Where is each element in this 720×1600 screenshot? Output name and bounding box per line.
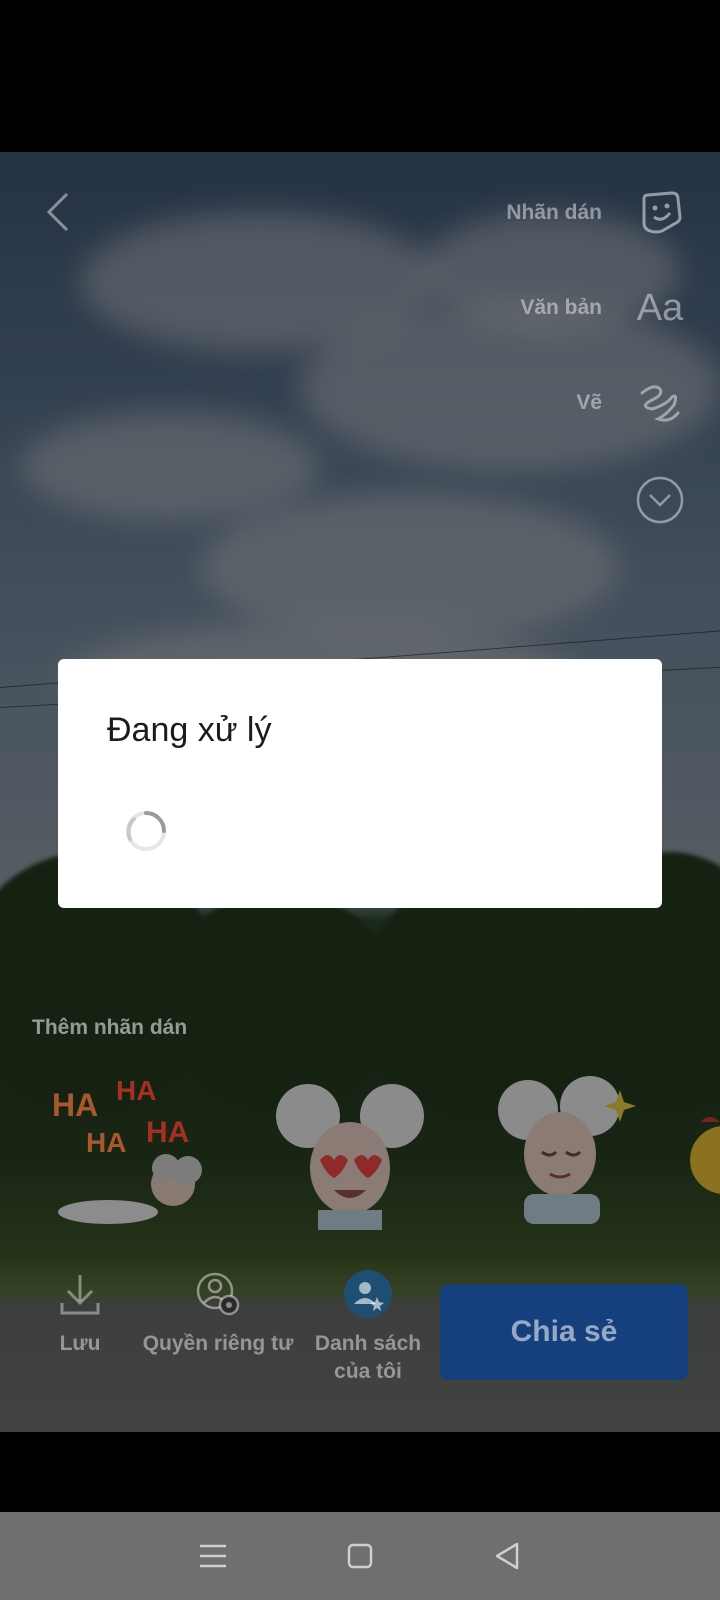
add-sticker-label: Thêm nhãn dán [32,1016,188,1039]
back-arrow-icon [46,192,69,232]
haha-sticker-art: HA HA HA HA [52,1075,202,1224]
back-triangle-icon [495,1542,518,1570]
sticker-haha-text-2: HA [116,1075,156,1106]
my-list-label-line1: Danh sách [314,1332,422,1355]
privacy-gear-icon [192,1268,244,1320]
back-button[interactable] [36,188,78,236]
home-square-icon [347,1543,373,1569]
tool-draw-label: Vẽ [576,391,602,414]
processing-dialog: Đang xử lý [58,659,662,908]
loading-spinner-icon [126,811,166,851]
heart-eyes-sticker-art [276,1084,424,1230]
nav-home-button[interactable] [330,1526,390,1586]
sticker-praying[interactable] [488,1070,648,1230]
tool-sticker[interactable]: Nhãn dán [506,183,688,243]
sticker-partial-emoji[interactable] [690,1110,720,1200]
chevron-down-circle-icon [632,472,688,528]
nav-back-button[interactable] [477,1526,537,1586]
privacy-label: Quyền riêng tư [142,1332,294,1355]
save-label: Lưu [59,1332,101,1355]
my-list-label-line2: của tôi [334,1360,402,1383]
my-list-button[interactable]: Danh sách của tôi [308,1268,428,1386]
text-aa-icon: Aa [632,280,688,336]
sticker-haha-text-4: HA [146,1116,189,1149]
screen: Nhãn dán Văn bản Aa Vẽ Thêm nhãn dán HA … [0,0,720,1600]
nav-recents-button[interactable] [183,1526,243,1586]
sticker-haha-text-3: HA [86,1127,126,1158]
download-icon [54,1268,106,1320]
system-nav-bar [0,1512,720,1600]
draw-squiggle-icon [632,375,688,431]
sticker-haha-text-1: HA [52,1087,98,1123]
tool-text[interactable]: Văn bản Aa [520,278,688,338]
status-area [0,0,720,152]
praying-sticker-art [498,1076,636,1224]
share-button[interactable]: Chia sẻ [440,1284,688,1380]
dialog-title: Đang xử lý [107,711,272,749]
tool-more[interactable] [632,470,688,530]
text-aa-glyph: Aa [636,286,684,329]
privacy-button[interactable]: Quyền riêng tư [138,1268,298,1358]
tool-sticker-label: Nhãn dán [506,201,602,224]
tool-text-label: Văn bản [520,296,602,319]
sticker-heart-eyes[interactable] [270,1080,430,1230]
tool-draw[interactable]: Vẽ [576,373,688,433]
user-star-icon [342,1268,394,1320]
menu-lines-icon [200,1544,227,1568]
sticker-icon [632,185,688,241]
bottom-spacer [0,1432,720,1512]
partial-emoji-sticker-art [690,1117,720,1194]
sticker-haha[interactable]: HA HA HA HA [48,1072,218,1232]
action-bar: Lưu Quyền riêng tư Danh sách của tôi Chi… [0,1268,720,1398]
save-button[interactable]: Lưu [40,1268,120,1358]
